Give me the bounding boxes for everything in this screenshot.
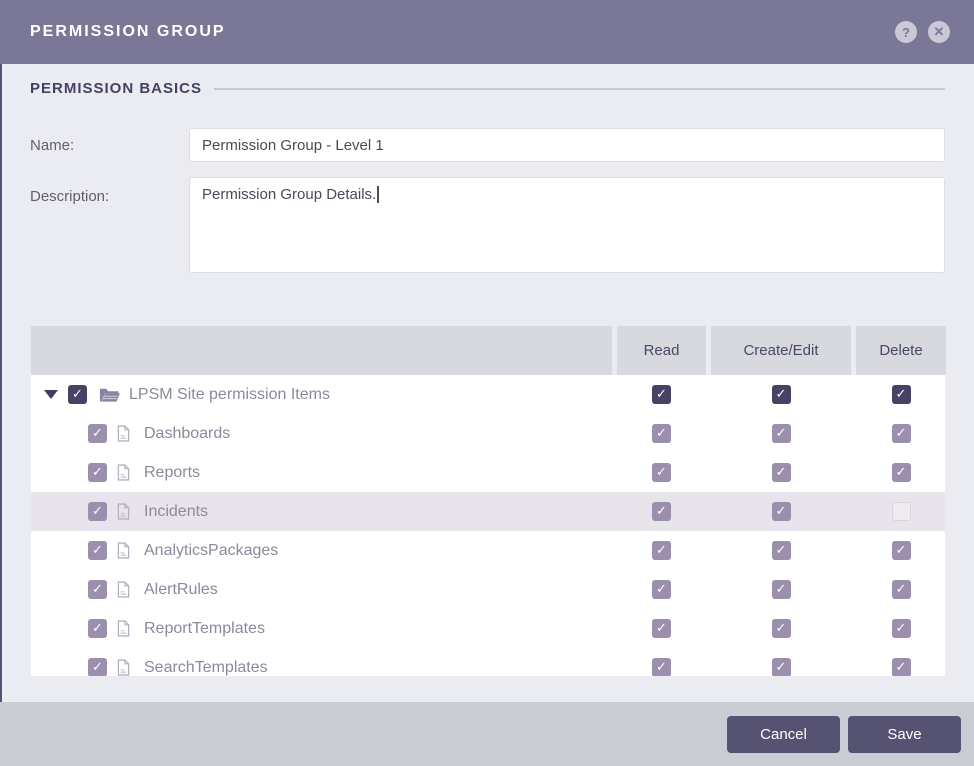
read-checkbox[interactable]: ✓ xyxy=(652,463,671,482)
tree-item-label: Dashboards xyxy=(144,424,231,442)
tree-item-label: Reports xyxy=(144,463,201,481)
dialog-header: PERMISSION GROUP ? ✕ xyxy=(0,0,974,64)
tree-item-label: SearchTemplates xyxy=(144,658,268,676)
read-checkbox[interactable]: ✓ xyxy=(652,424,671,443)
table-body: ✓ LPSM Site permission Items ✓ ✓ ✓ ✓ Das… xyxy=(31,375,945,676)
create-edit-checkbox[interactable]: ✓ xyxy=(771,424,791,443)
expand-collapse-icon[interactable] xyxy=(44,390,58,399)
table-row: ✓ ReportTemplates ✓ ✓ ✓ xyxy=(31,609,945,648)
section-divider xyxy=(214,87,945,90)
column-header-tree xyxy=(31,326,612,375)
delete-checkbox[interactable]: ✓ xyxy=(891,463,911,482)
close-icon[interactable]: ✕ xyxy=(928,21,950,43)
read-checkbox[interactable]: ✓ xyxy=(652,385,671,404)
row-select-checkbox[interactable]: ✓ xyxy=(88,541,107,560)
document-icon xyxy=(117,659,130,676)
document-icon xyxy=(117,503,130,520)
row-select-checkbox[interactable]: ✓ xyxy=(88,424,107,443)
description-textarea[interactable]: Permission Group Details. xyxy=(189,177,945,273)
table-header: Read Create/Edit Delete xyxy=(31,326,946,375)
delete-checkbox[interactable]: ✓ xyxy=(891,424,911,443)
document-icon xyxy=(117,425,130,442)
create-edit-checkbox[interactable]: ✓ xyxy=(771,541,791,560)
row-select-checkbox[interactable]: ✓ xyxy=(88,619,107,638)
help-icon[interactable]: ? xyxy=(895,21,917,43)
tree-item-label: Incidents xyxy=(144,502,209,520)
name-label: Name: xyxy=(30,137,75,154)
create-edit-checkbox[interactable]: ✓ xyxy=(771,502,791,521)
delete-checkbox[interactable]: ✓ xyxy=(891,658,911,676)
column-header-read: Read xyxy=(617,326,706,375)
permission-basics-section: PERMISSION BASICS xyxy=(30,80,945,97)
row-select-checkbox[interactable]: ✓ xyxy=(88,580,107,599)
folder-icon xyxy=(99,387,120,403)
permission-group-dialog: PERMISSION GROUP ? ✕ PERMISSION BASICS N… xyxy=(0,0,974,766)
create-edit-checkbox[interactable]: ✓ xyxy=(771,619,791,638)
header-actions: ? ✕ xyxy=(895,21,950,43)
column-header-create-edit: Create/Edit xyxy=(711,326,851,375)
dialog-footer: Cancel Save xyxy=(0,702,974,766)
delete-checkbox[interactable] xyxy=(891,502,911,521)
table-row: ✓ Reports ✓ ✓ ✓ xyxy=(31,453,945,492)
tree-item-label: AnalyticsPackages xyxy=(144,541,279,559)
document-icon xyxy=(117,464,130,481)
row-select-checkbox[interactable]: ✓ xyxy=(88,502,107,521)
delete-checkbox[interactable]: ✓ xyxy=(891,619,911,638)
tree-item-label: ReportTemplates xyxy=(144,619,265,637)
delete-checkbox[interactable]: ✓ xyxy=(891,541,911,560)
read-checkbox[interactable]: ✓ xyxy=(652,502,671,521)
row-select-checkbox[interactable]: ✓ xyxy=(88,658,107,676)
tree-item-label: LPSM Site permission Items xyxy=(129,385,330,403)
table-row: ✓ SearchTemplates ✓ ✓ ✓ xyxy=(31,648,945,676)
read-checkbox[interactable]: ✓ xyxy=(652,541,671,560)
table-row: ✓ Incidents ✓ ✓ xyxy=(31,492,945,531)
read-checkbox[interactable]: ✓ xyxy=(652,658,671,676)
text-cursor xyxy=(377,186,379,203)
permissions-table: Read Create/Edit Delete ✓ LPSM Site perm… xyxy=(31,326,946,676)
table-row: ✓ Dashboards ✓ ✓ ✓ xyxy=(31,414,945,453)
delete-checkbox[interactable]: ✓ xyxy=(891,385,911,404)
save-button[interactable]: Save xyxy=(848,716,961,753)
create-edit-checkbox[interactable]: ✓ xyxy=(771,385,791,404)
table-row: ✓ LPSM Site permission Items ✓ ✓ ✓ xyxy=(31,375,945,414)
document-icon xyxy=(117,581,130,598)
read-checkbox[interactable]: ✓ xyxy=(652,619,671,638)
delete-checkbox[interactable]: ✓ xyxy=(891,580,911,599)
create-edit-checkbox[interactable]: ✓ xyxy=(771,658,791,676)
document-icon xyxy=(117,620,130,637)
table-row: ✓ AnalyticsPackages ✓ ✓ ✓ xyxy=(31,531,945,570)
create-edit-checkbox[interactable]: ✓ xyxy=(771,580,791,599)
cancel-button[interactable]: Cancel xyxy=(727,716,840,753)
create-edit-checkbox[interactable]: ✓ xyxy=(771,463,791,482)
document-icon xyxy=(117,542,130,559)
section-title: PERMISSION BASICS xyxy=(30,80,203,97)
description-label: Description: xyxy=(30,188,110,205)
table-row: ✓ AlertRules ✓ ✓ ✓ xyxy=(31,570,945,609)
name-input[interactable] xyxy=(189,128,945,162)
dialog-title: PERMISSION GROUP xyxy=(30,23,226,40)
tree-item-label: AlertRules xyxy=(144,580,218,598)
read-checkbox[interactable]: ✓ xyxy=(652,580,671,599)
row-select-checkbox[interactable]: ✓ xyxy=(88,463,107,482)
dialog-left-border xyxy=(0,64,2,766)
row-select-checkbox[interactable]: ✓ xyxy=(68,385,87,404)
description-text: Permission Group Details. xyxy=(202,186,377,203)
column-header-delete: Delete xyxy=(856,326,946,375)
